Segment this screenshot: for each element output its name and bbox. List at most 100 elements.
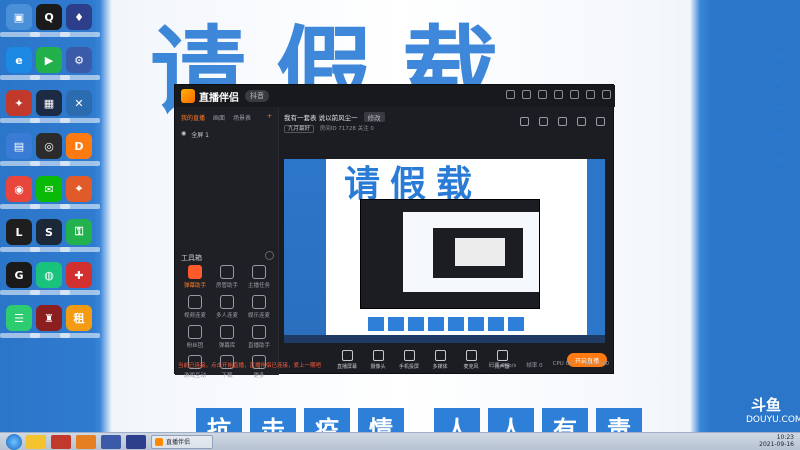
- icon-label-bar: [60, 75, 100, 80]
- share-icon[interactable]: [596, 117, 605, 126]
- game3-icon[interactable]: ✕: [60, 90, 100, 123]
- video-icon[interactable]: ▦: [30, 90, 70, 123]
- game2-icon[interactable]: ⚙: [60, 47, 100, 80]
- tool-item[interactable]: 弹幕库: [211, 325, 243, 349]
- edit-title-button[interactable]: 修改: [363, 112, 385, 122]
- tool-label: 弹幕库: [218, 343, 236, 349]
- camera-icon[interactable]: ◎: [30, 133, 70, 166]
- maximize-icon[interactable]: [586, 90, 595, 99]
- preview-desktop-icons: [284, 159, 326, 343]
- game-icon[interactable]: ♦: [60, 4, 100, 37]
- computer-icon[interactable]: ▣: [0, 4, 40, 37]
- chrome-icon[interactable]: ◉: [0, 176, 40, 209]
- tool-icon: [220, 295, 234, 309]
- menu-icon[interactable]: [554, 90, 563, 99]
- icon-label-bar: [60, 118, 100, 123]
- main-pane: 我有一套表 说以前风尘一 修改 九月最好 房间ID 71728 关注 0 请假载: [280, 107, 615, 375]
- green-app-icon[interactable]: ◍: [30, 262, 70, 295]
- lock-icon[interactable]: ⚿: [60, 219, 100, 252]
- map-icon[interactable]: ⌖: [60, 176, 100, 209]
- tool-item[interactable]: 娱乐连麦: [243, 295, 275, 319]
- tool-label: 娱乐连麦: [247, 313, 270, 319]
- tool-label: 主播任务: [247, 283, 270, 289]
- lock-icon[interactable]: [539, 117, 548, 126]
- tool-item[interactable]: 主播任务: [243, 265, 275, 289]
- taskbar: 直播伴侣 10:23 2021-09-16: [0, 432, 800, 450]
- tab-scene[interactable]: 画面: [213, 113, 225, 122]
- taskbar-game3-icon[interactable]: [126, 434, 146, 449]
- tool-icon: [188, 325, 202, 339]
- tool-item[interactable]: 视频连麦: [179, 295, 211, 319]
- g-app-icon[interactable]: G: [0, 262, 40, 295]
- banner-gap: [412, 408, 426, 432]
- category-tag[interactable]: 九月最好: [284, 125, 315, 133]
- live-companion-window[interactable]: 直播伴侣 抖音 我的直播 画面 场景表 + ◉ 全屏 1 工具箱 弹幕助手 房管…: [174, 84, 615, 379]
- tool-label: 房管助手: [215, 283, 238, 289]
- toolbox-collapse-icon[interactable]: [265, 251, 274, 260]
- settings-icon[interactable]: [538, 90, 547, 99]
- crossfire-icon[interactable]: ✚: [60, 262, 100, 295]
- tool-icon: [220, 265, 234, 279]
- title-bar[interactable]: 直播伴侣 抖音: [175, 85, 615, 107]
- steam-icon[interactable]: S: [30, 219, 70, 252]
- clock[interactable]: 10:23 2021-09-16: [759, 434, 794, 448]
- record-icon[interactable]: [577, 117, 586, 126]
- scene-item[interactable]: ◉ 全屏 1: [181, 130, 272, 139]
- game4-icon[interactable]: ♜: [30, 305, 70, 338]
- app-icon[interactable]: ▤: [0, 133, 40, 166]
- icon-label-bar: [60, 32, 100, 37]
- taskbar-app-icon[interactable]: [76, 434, 96, 449]
- banner-tile: 抗: [196, 408, 242, 432]
- tool-icon: [188, 265, 202, 279]
- layout-icon[interactable]: [520, 117, 529, 126]
- fox-icon[interactable]: ✦: [0, 90, 40, 123]
- tab-scene-list[interactable]: 场景表: [233, 113, 251, 122]
- preview-banner: [368, 317, 524, 331]
- tool-item[interactable]: 弹幕助手: [179, 265, 211, 289]
- tool-item[interactable]: 多人连麦: [211, 295, 243, 319]
- banner-tile: 情: [358, 408, 404, 432]
- live-preview[interactable]: 请假载: [284, 159, 605, 343]
- notes-icon[interactable]: ☰: [0, 305, 40, 338]
- tool-label: 粉丝团: [186, 343, 204, 349]
- portrait-icon[interactable]: [558, 117, 567, 126]
- ie-browser-icon[interactable]: e: [0, 47, 40, 80]
- qq-icon[interactable]: Q: [30, 4, 70, 37]
- tool-item[interactable]: 房管助手: [211, 265, 243, 289]
- message-icon[interactable]: [522, 90, 531, 99]
- icon-label-bar: [60, 161, 100, 166]
- icon-label-bar: [60, 204, 100, 209]
- banner-tile: 疫: [304, 408, 350, 432]
- tool-label: 多人连麦: [215, 313, 238, 319]
- wechat-icon[interactable]: ✉: [30, 176, 70, 209]
- tool-icon: [252, 295, 266, 309]
- tab-my-live[interactable]: 我的直播: [181, 113, 205, 122]
- tool-icon: [188, 295, 202, 309]
- app-logo-icon: [181, 89, 195, 103]
- media-icon[interactable]: ▶: [30, 47, 70, 80]
- preview-nested-window: [360, 199, 540, 309]
- preview-taskbar: [284, 335, 605, 343]
- scene-item-label: 全屏 1: [191, 132, 209, 139]
- taskbar-game2-icon[interactable]: [101, 434, 121, 449]
- minimize-icon[interactable]: [570, 90, 579, 99]
- start-button[interactable]: [6, 433, 22, 450]
- taskbar-game-icon[interactable]: [51, 434, 71, 449]
- rent-icon[interactable]: 租: [60, 305, 100, 338]
- close-icon[interactable]: [602, 90, 611, 99]
- cpu-stat: CPU 0%: [552, 361, 575, 367]
- taskbar-active-window[interactable]: 直播伴侣: [151, 434, 213, 449]
- eye-icon[interactable]: ◉: [181, 130, 186, 139]
- tool-item[interactable]: 直播助手: [243, 325, 275, 349]
- scroll-carets: ^ ^ ^ ^ ^: [772, 51, 786, 174]
- app-name: 直播伴侣: [199, 92, 239, 104]
- league-icon[interactable]: L: [0, 219, 40, 252]
- status-text: 当前已连接，点击开始直播，直播伴侣已连接，爱上一期吧: [178, 363, 322, 369]
- add-scene-icon[interactable]: +: [267, 113, 272, 122]
- preview-right-edge: [587, 159, 605, 343]
- sidebar: 我的直播 画面 场景表 + ◉ 全屏 1 工具箱 弹幕助手 房管助手 主播任务 视频连…: [175, 107, 279, 379]
- tool-item[interactable]: 粉丝团: [179, 325, 211, 349]
- taskbar-chrome-icon[interactable]: [26, 434, 46, 449]
- skin-icon[interactable]: [506, 90, 515, 99]
- douyu-icon[interactable]: D: [60, 133, 100, 166]
